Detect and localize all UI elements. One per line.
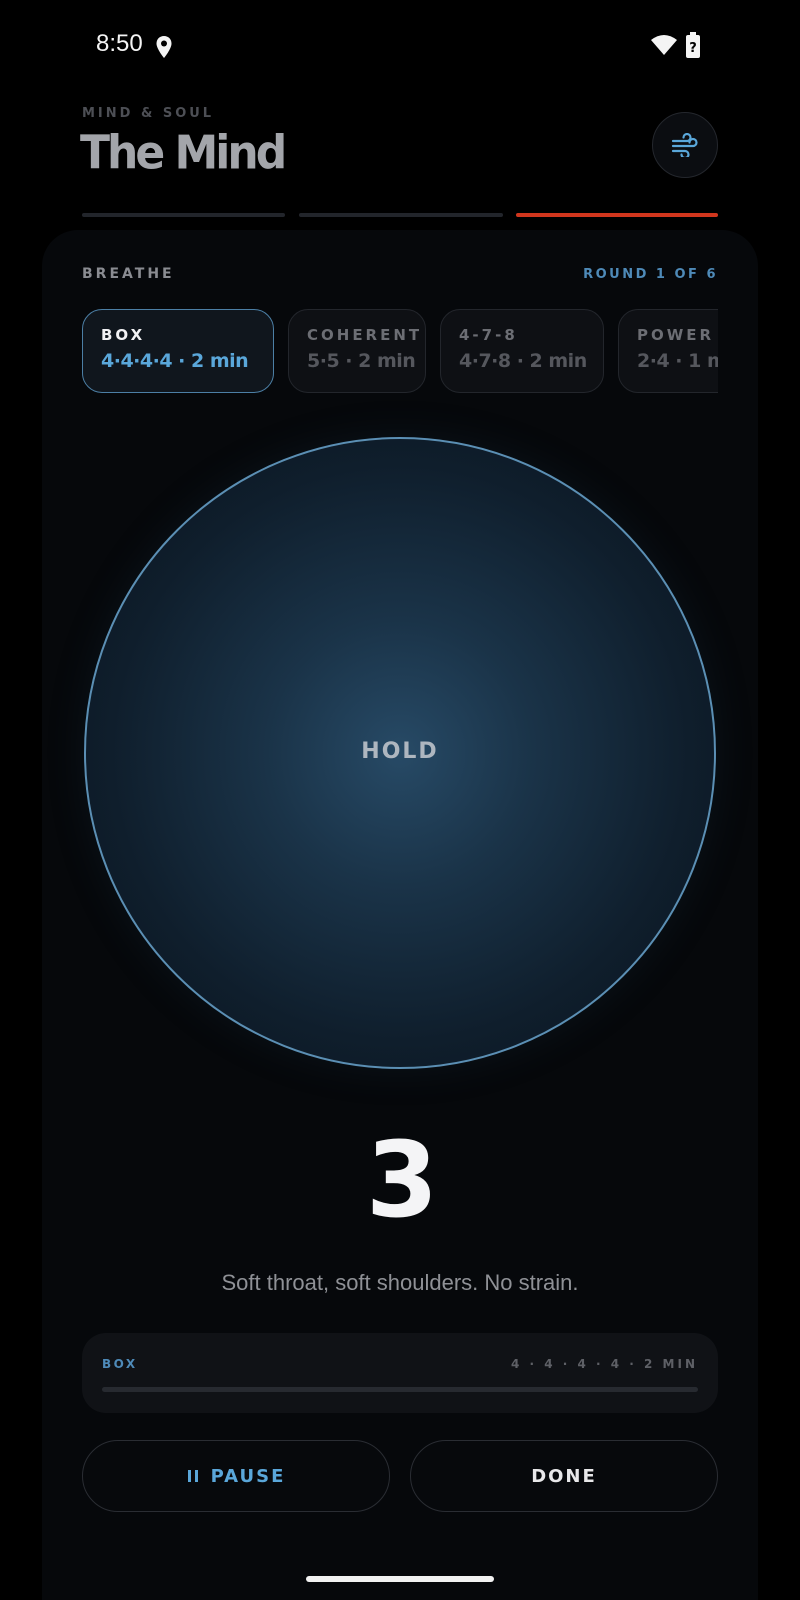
section-tab-2[interactable] bbox=[299, 213, 503, 217]
status-bar: 8:50 ? bbox=[0, 0, 800, 92]
breath-circle: HOLD bbox=[84, 437, 716, 1069]
chip-meta: 2·4 · 1 min bbox=[637, 350, 718, 372]
session-progress-bar bbox=[102, 1387, 698, 1392]
breathe-label: BREATHE bbox=[82, 266, 175, 282]
section-tab-3[interactable] bbox=[516, 213, 718, 217]
pause-button[interactable]: PAUSE bbox=[82, 1440, 390, 1512]
done-button[interactable]: DONE bbox=[410, 1440, 718, 1512]
battery-glyph: ? bbox=[689, 41, 697, 56]
page-title: The Mind bbox=[80, 126, 287, 181]
done-label: DONE bbox=[531, 1465, 597, 1487]
status-time: 8:50 bbox=[96, 30, 143, 57]
pause-icon bbox=[187, 1470, 198, 1482]
battery-unknown-icon: ? bbox=[686, 32, 700, 58]
breathing-hint: Soft throat, soft shoulders. No strain. bbox=[221, 1270, 579, 1295]
location-pin-icon bbox=[156, 36, 172, 58]
pause-label: PAUSE bbox=[210, 1465, 286, 1487]
progress-pattern-meta: 4 · 4 · 4 · 4 · 2 MIN bbox=[510, 1357, 698, 1371]
pattern-chip-coherent[interactable]: COHERENT 5·5 · 2 min bbox=[288, 309, 426, 393]
chip-name: COHERENT bbox=[307, 326, 423, 344]
pattern-chip-box[interactable]: BOX 4·4·4·4 · 2 min bbox=[82, 309, 274, 393]
round-label: ROUND 1 OF 6 bbox=[583, 267, 718, 282]
progress-pattern-name: BOX bbox=[102, 1357, 138, 1371]
pattern-chip-list[interactable]: BOX 4·4·4·4 · 2 min COHERENT 5·5 · 2 min… bbox=[82, 309, 718, 395]
section-tab-1[interactable] bbox=[82, 213, 285, 217]
breath-settings-button[interactable] bbox=[652, 112, 718, 178]
pattern-chip-4-7-8[interactable]: 4-7-8 4·7·8 · 2 min bbox=[440, 309, 604, 393]
chip-name: 4-7-8 bbox=[459, 326, 518, 344]
pattern-chip-power[interactable]: POWER 2·4 · 1 min bbox=[618, 309, 718, 393]
section-eyebrow: MIND & SOUL bbox=[82, 106, 215, 121]
session-progress-card: BOX 4 · 4 · 4 · 4 · 2 MIN bbox=[82, 1333, 718, 1413]
wind-icon bbox=[671, 133, 698, 157]
countdown-number: 3 bbox=[365, 1119, 438, 1241]
chip-meta: 4·4·4·4 · 2 min bbox=[101, 350, 249, 372]
home-indicator[interactable] bbox=[306, 1576, 494, 1582]
chip-name: BOX bbox=[101, 326, 146, 344]
chip-name: POWER bbox=[637, 326, 715, 344]
breath-phase-label: HOLD bbox=[361, 739, 439, 764]
chip-meta: 4·7·8 · 2 min bbox=[459, 350, 587, 372]
chip-meta: 5·5 · 2 min bbox=[307, 350, 416, 372]
wifi-icon bbox=[651, 35, 677, 55]
